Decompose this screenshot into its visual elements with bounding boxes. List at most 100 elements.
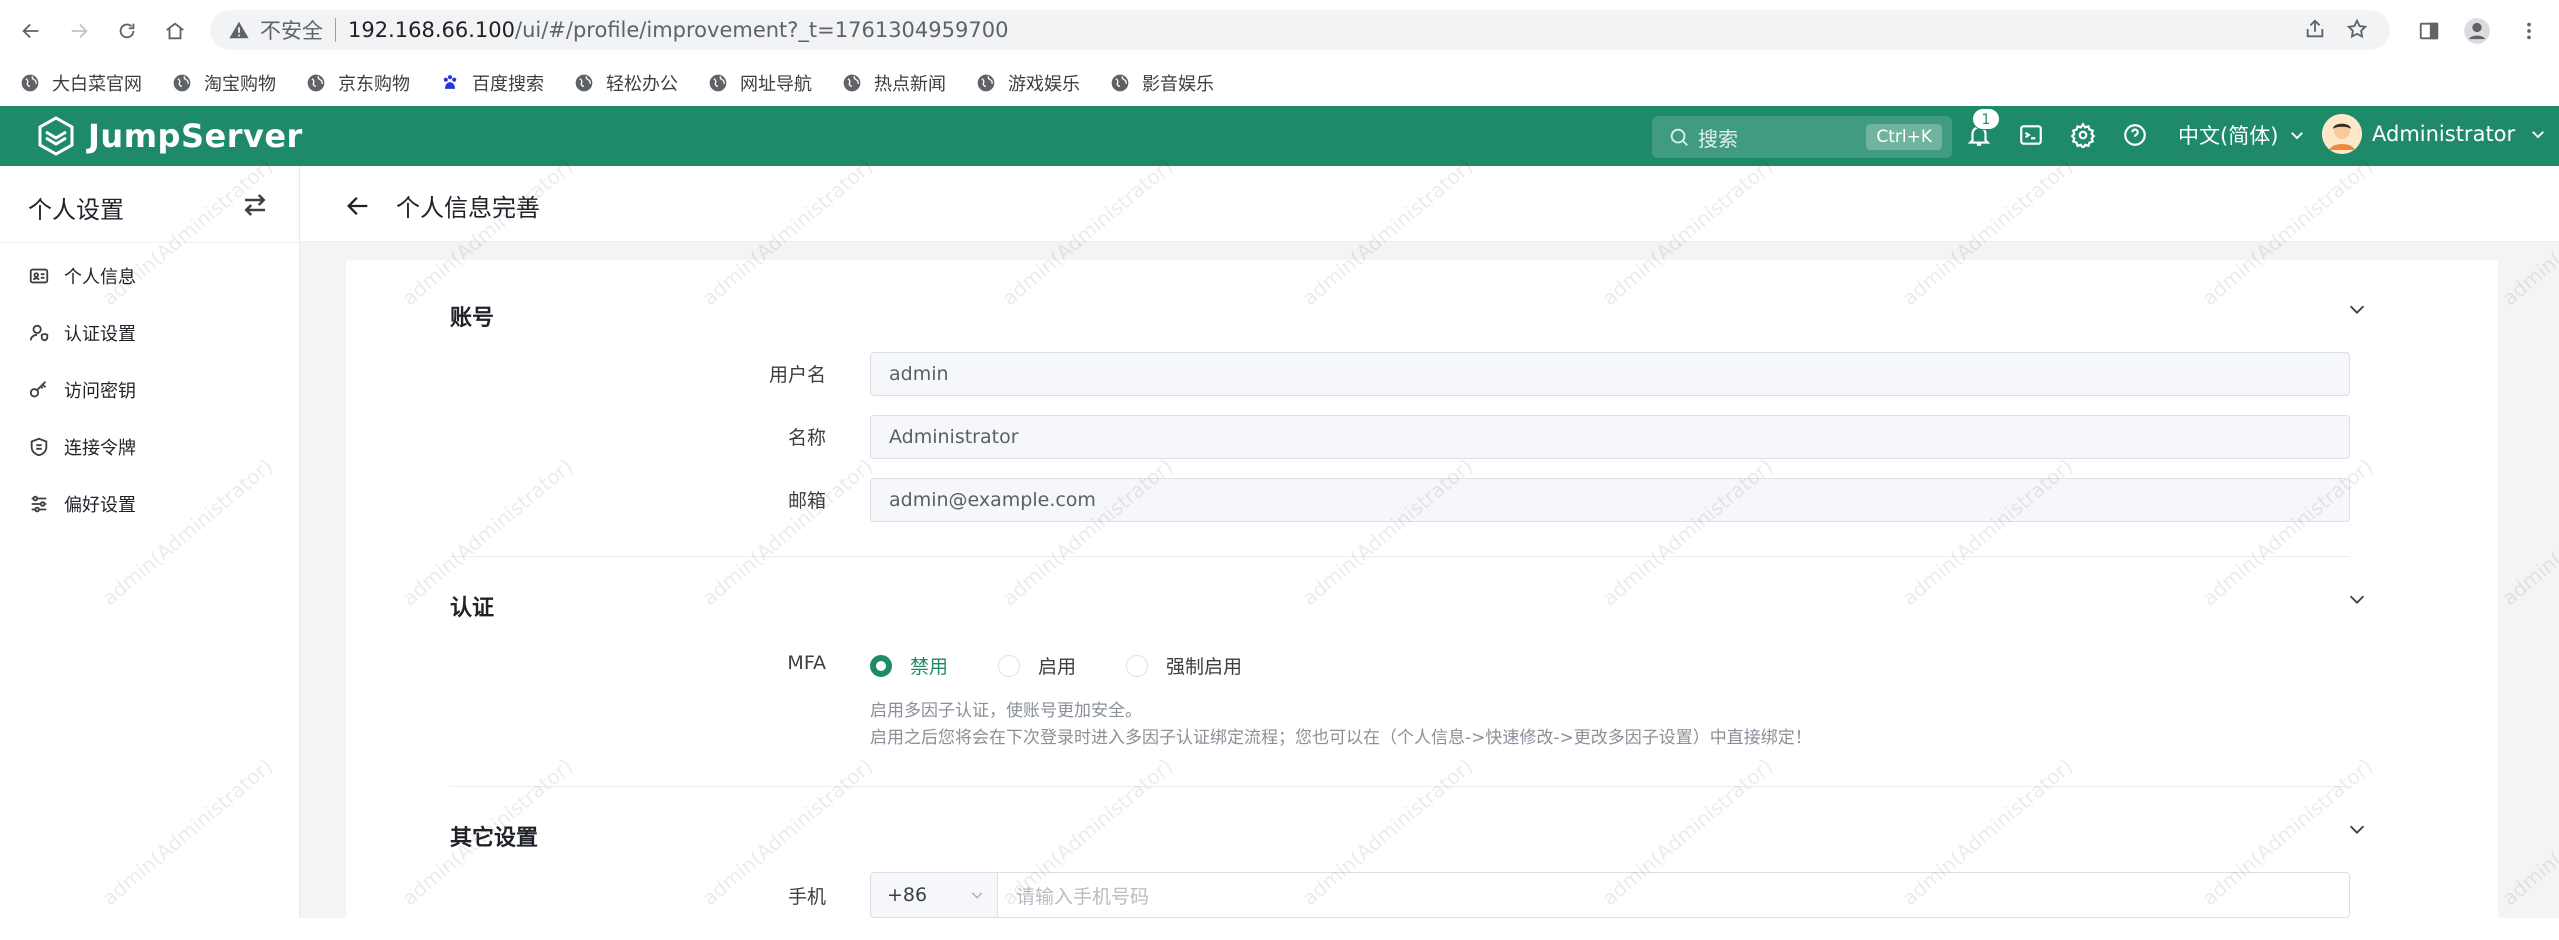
- sidebar-item-access-keys[interactable]: 访问密钥: [28, 372, 136, 408]
- menu-icon[interactable]: [2512, 14, 2546, 48]
- language-selector[interactable]: 中文(简体): [2178, 120, 2306, 150]
- globe-icon: [843, 74, 861, 92]
- browser-toolbar: 不安全 192.168.66.100 /ui/#/profile/improve…: [0, 0, 2559, 60]
- app-header: JumpServer 搜索 Ctrl+K 1 中文(简体) Administra…: [0, 106, 2559, 166]
- sidebar: 个人设置 个人信息 认证设置 访问密钥 连接令牌 偏好设置: [0, 166, 300, 918]
- sidebar-item-label: 连接令牌: [64, 438, 136, 459]
- bookmark-item[interactable]: 百度搜索: [440, 70, 544, 96]
- bookmark-label: 影音娱乐: [1142, 74, 1214, 95]
- phone-label: 手机: [787, 886, 826, 908]
- bookmark-item[interactable]: 影音娱乐: [1110, 70, 1214, 96]
- chevron-down-icon: [2291, 132, 2304, 140]
- url-path: /ui/#/profile/improvement?_t=17613049597…: [515, 18, 1009, 42]
- chevron-down-icon[interactable]: [2346, 818, 2368, 840]
- globe-icon: [307, 74, 325, 92]
- share-icon[interactable]: [2302, 16, 2328, 42]
- bookmark-label: 热点新闻: [874, 74, 946, 95]
- swap-arrows-icon[interactable]: [240, 190, 270, 220]
- logo[interactable]: JumpServer: [34, 114, 303, 158]
- page-title: 个人信息完善: [396, 194, 540, 222]
- radio-unchecked: [1126, 654, 1149, 677]
- user-menu[interactable]: Administrator: [2322, 114, 2547, 154]
- back-arrow-icon[interactable]: [344, 192, 372, 220]
- settings-gear-icon[interactable]: [2068, 120, 2098, 150]
- profile-form-card: 账号 用户名 admin 名称 Administrator 邮箱 admin@e…: [346, 260, 2498, 940]
- address-bar[interactable]: 不安全 192.168.66.100 /ui/#/profile/improve…: [210, 10, 2390, 50]
- bookmark-item[interactable]: 网址导航: [708, 70, 812, 96]
- bookmark-item[interactable]: 京东购物: [306, 70, 410, 96]
- sidebar-item-label: 访问密钥: [64, 381, 136, 402]
- bookmark-item[interactable]: 轻松办公: [574, 70, 678, 96]
- search-placeholder: 搜索: [1698, 126, 1738, 151]
- chevron-down-icon: [2532, 131, 2545, 139]
- name-label: 名称: [787, 427, 826, 449]
- baidu-icon: [443, 75, 457, 89]
- chevron-down-icon: [971, 892, 983, 899]
- email-field[interactable]: admin@example.com: [870, 478, 2350, 522]
- sidebar-item-profile-info[interactable]: 个人信息: [28, 258, 136, 294]
- warning-icon: [229, 21, 249, 39]
- mfa-option-enabled[interactable]: 启用: [998, 652, 1076, 679]
- username-field[interactable]: admin: [870, 352, 2350, 396]
- chevron-down-icon[interactable]: [2346, 588, 2368, 610]
- sidebar-item-connection-token[interactable]: 连接令牌: [28, 429, 136, 465]
- name-field[interactable]: Administrator: [870, 415, 2350, 459]
- terminal-icon[interactable]: [2016, 120, 2046, 150]
- chevron-down-icon[interactable]: [2346, 298, 2368, 320]
- globe-icon: [21, 74, 39, 92]
- section-title-account: 账号: [450, 306, 495, 331]
- bookmark-label: 轻松办公: [606, 74, 678, 95]
- phone-country-code-select[interactable]: +86: [870, 872, 998, 918]
- sliders-icon: [31, 495, 47, 513]
- bookmark-star-icon[interactable]: [2344, 16, 2370, 42]
- logo-text: JumpServer: [88, 117, 303, 155]
- phone-country-code: +86: [887, 884, 928, 906]
- bookmark-item[interactable]: 淘宝购物: [172, 70, 276, 96]
- bookmark-label: 京东购物: [338, 74, 410, 95]
- radio-checked: [870, 654, 892, 677]
- home-icon[interactable]: [158, 14, 192, 48]
- back-icon[interactable]: [14, 14, 48, 48]
- header-search[interactable]: 搜索 Ctrl+K: [1652, 116, 1952, 158]
- sidebar-title: 个人设置: [28, 196, 124, 224]
- search-shortcut: Ctrl+K: [1866, 124, 1942, 150]
- radio-unchecked: [998, 654, 1021, 677]
- profile-icon[interactable]: [2460, 14, 2494, 48]
- side-panel-icon[interactable]: [2412, 14, 2446, 48]
- mfa-option-forced[interactable]: 强制启用: [1126, 652, 1242, 679]
- section-divider: [450, 786, 2350, 787]
- notification-badge: 1: [1972, 108, 2000, 130]
- sidebar-item-auth-settings[interactable]: 认证设置: [28, 315, 136, 351]
- bookmark-label: 游戏娱乐: [1008, 74, 1080, 95]
- mfa-radio-group: 禁用 启用 强制启用: [870, 652, 1292, 679]
- sidebar-item-label: 偏好设置: [64, 495, 136, 516]
- bookmark-label: 淘宝购物: [204, 74, 276, 95]
- bookmark-label: 大白菜官网: [52, 74, 142, 95]
- phone-number-input[interactable]: 请输入手机号码: [998, 872, 2350, 918]
- bookmark-item[interactable]: 大白菜官网: [20, 70, 142, 96]
- jumpserver-logo-icon: [38, 116, 74, 156]
- sidebar-item-preferences[interactable]: 偏好设置: [28, 486, 136, 522]
- globe-icon: [1111, 74, 1129, 92]
- forward-icon[interactable]: [62, 14, 96, 48]
- globe-icon: [575, 74, 593, 92]
- bookmark-item[interactable]: 热点新闻: [842, 70, 946, 96]
- radio-label: 禁用: [910, 656, 949, 678]
- username-label: 用户名: [768, 364, 826, 386]
- bookmark-label: 网址导航: [740, 74, 812, 95]
- language-label: 中文(简体): [2178, 124, 2279, 148]
- id-card-icon: [29, 268, 49, 284]
- globe-icon: [977, 74, 995, 92]
- mfa-option-disabled[interactable]: 禁用: [870, 652, 948, 679]
- user-shield-icon: [29, 324, 49, 342]
- radio-label: 强制启用: [1166, 656, 1243, 678]
- url-host: 192.168.66.100: [348, 18, 515, 42]
- bookmark-item[interactable]: 游戏娱乐: [976, 70, 1080, 96]
- help-icon[interactable]: [2120, 120, 2150, 150]
- search-icon: [1670, 128, 1688, 146]
- phone-input-group: +86 请输入手机号码: [870, 872, 2350, 918]
- email-label: 邮箱: [787, 490, 826, 512]
- bookmarks-bar: 大白菜官网 淘宝购物 京东购物 百度搜索 轻松办公 网址导航 热点新闻 游戏娱乐 影音娱乐: [0, 60, 2559, 106]
- mfa-label: MFA: [787, 652, 826, 674]
- reload-icon[interactable]: [110, 14, 144, 48]
